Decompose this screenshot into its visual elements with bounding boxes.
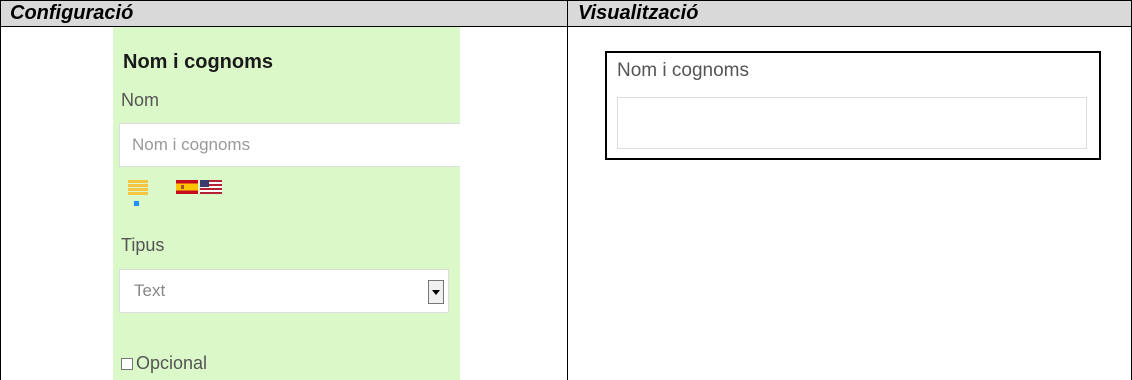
preview-column-header: Visualització [578, 2, 699, 24]
document-table: Configuració Visualització Nom i cognoms… [0, 0, 1132, 380]
type-select[interactable]: Text [119, 269, 449, 313]
config-column-header: Configuració [10, 2, 134, 24]
field-title: Nom i cognoms [123, 51, 274, 73]
config-panel: Nom i cognoms Nom Nom i cognoms Tipus Te… [113, 27, 460, 380]
preview-box: Nom i cognoms [605, 51, 1101, 160]
generic-language-icon[interactable] [128, 177, 148, 207]
chevron-down-icon[interactable] [428, 280, 444, 304]
name-label: Nom [121, 90, 160, 110]
preview-field-label: Nom i cognoms [617, 60, 749, 81]
us-flag-icon[interactable] [200, 180, 222, 194]
header-row: Configuració Visualització [0, 0, 1132, 27]
type-label: Tipus [121, 235, 165, 255]
name-input[interactable]: Nom i cognoms [119, 123, 460, 167]
optional-label: Opcional [136, 353, 208, 373]
table-divider [567, 0, 568, 380]
spanish-flag-icon[interactable] [176, 180, 198, 194]
language-selector [128, 177, 238, 207]
table-border-left [0, 0, 1, 380]
optional-checkbox-row[interactable]: Opcional [121, 353, 207, 375]
optional-checkbox[interactable] [121, 358, 133, 370]
preview-input[interactable] [617, 97, 1087, 149]
type-select-value: Text [134, 281, 166, 300]
